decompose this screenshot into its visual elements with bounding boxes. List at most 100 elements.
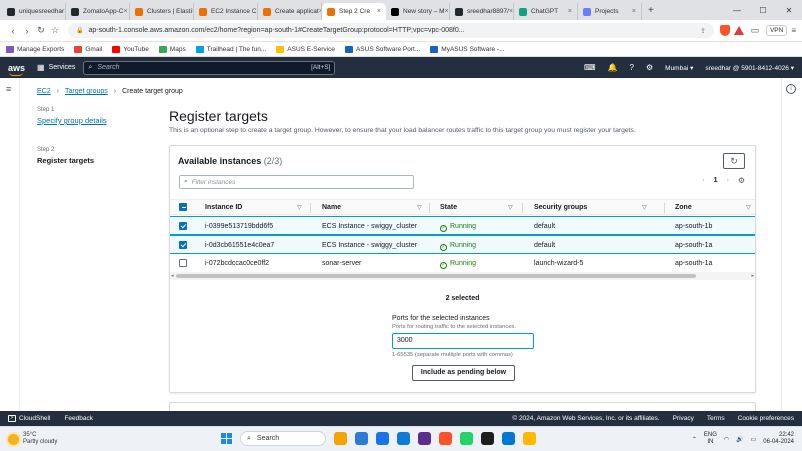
browser-tab[interactable]: ZomatoApp-C × — [66, 3, 130, 20]
browser-tab[interactable]: ChatGPT × — [514, 3, 578, 20]
scroll-left-icon[interactable]: ◂ — [171, 272, 174, 280]
aws-search-input[interactable]: ⌕ Search [Alt+S] — [83, 60, 336, 75]
terms-link[interactable]: Terms — [707, 415, 725, 422]
table-row[interactable]: i-0d3cb61551e4c0ea7 ECS Instance - swiggy… — [170, 235, 755, 254]
weather-widget[interactable]: 35°C Partly cloudy — [8, 432, 57, 446]
browser-menu-icon[interactable]: ≡ — [791, 26, 796, 35]
maximize-icon[interactable]: ☐ — [750, 6, 776, 15]
browser-tab[interactable]: New story – M × — [386, 3, 450, 20]
bookmark-item[interactable]: Maps — [158, 45, 186, 53]
tab-close-icon[interactable]: × — [123, 8, 127, 15]
tab-close-icon[interactable]: × — [377, 8, 381, 15]
cloudshell-button[interactable]: > CloudShell — [8, 415, 50, 422]
battery-icon[interactable]: ▭ — [751, 436, 757, 443]
wifi-icon[interactable]: ◠ — [724, 436, 729, 443]
vpn-button[interactable]: VPN — [765, 25, 788, 36]
bookmark-item[interactable]: Trailhead | The fun... — [195, 45, 266, 53]
scroll-thumb[interactable] — [176, 274, 696, 278]
close-window-icon[interactable]: ✕ — [776, 6, 802, 15]
taskbar-app-icon[interactable] — [502, 432, 515, 445]
bookmark-item[interactable]: ASUS E-Service — [276, 45, 335, 53]
filter-instances-input[interactable]: ⌕ Filter instances — [179, 175, 414, 189]
tab-close-icon[interactable]: × — [632, 8, 636, 15]
row-checkbox[interactable] — [179, 241, 187, 249]
browser-tab[interactable]: Projects × — [578, 3, 642, 20]
volume-icon[interactable]: 🔊 — [736, 436, 743, 443]
column-security-groups[interactable]: Security groups — [534, 200, 587, 216]
forward-icon[interactable]: › — [20, 26, 34, 36]
column-instance-id[interactable]: Instance ID — [205, 200, 242, 216]
taskbar-app-icon[interactable] — [460, 432, 473, 445]
aws-logo[interactable]: aws — [8, 63, 25, 76]
taskbar-search[interactable]: ⌕ Search — [240, 431, 326, 446]
privacy-link[interactable]: Privacy — [673, 415, 694, 422]
info-icon[interactable]: i — [786, 84, 796, 94]
table-row[interactable]: i-072bcdccac0ce0ff2 sonar-server ✓ Running l… — [170, 254, 755, 273]
taskbar-app-icon[interactable] — [397, 432, 410, 445]
taskbar-app-icon[interactable] — [376, 432, 389, 445]
minimize-icon[interactable]: — — [724, 6, 750, 15]
column-name[interactable]: Name — [322, 200, 341, 216]
tab-close-icon[interactable]: × — [509, 8, 513, 15]
help-icon[interactable]: ? — [630, 63, 634, 72]
taskbar-app-icon[interactable] — [334, 432, 347, 445]
bookmark-star-icon[interactable]: ☆ — [48, 25, 62, 36]
taskbar-app-icon[interactable] — [439, 432, 452, 445]
refresh-button[interactable]: ↻ — [723, 153, 745, 169]
brave-rewards-icon[interactable] — [733, 26, 744, 35]
prev-page-icon[interactable]: ‹ — [702, 177, 704, 184]
new-tab-icon[interactable]: + — [648, 5, 654, 16]
breadcrumb-ec2[interactable]: EC2 — [37, 88, 51, 95]
select-all-checkbox[interactable] — [179, 203, 187, 211]
bookmark-item[interactable]: Gmail — [74, 45, 102, 53]
breadcrumb-target-groups[interactable]: Target groups — [65, 88, 108, 95]
side-nav-menu-icon[interactable]: ≡ — [6, 84, 11, 94]
sidebar-toggle-icon[interactable]: ▭ — [748, 25, 762, 36]
next-page-icon[interactable]: › — [726, 177, 728, 184]
bookmark-item[interactable]: Manage Exports — [6, 45, 64, 53]
account-menu[interactable]: sreedhar @ 5901-8412-4026 ▾ — [705, 64, 794, 72]
cloudshell-icon[interactable]: ⌨ — [584, 63, 596, 72]
ports-input[interactable]: 3000 — [392, 333, 534, 349]
browser-tab[interactable]: sreedhar8897/× — [450, 3, 514, 20]
taskbar-app-icon[interactable] — [481, 432, 494, 445]
bookmark-item[interactable]: MyASUS Software -... — [430, 45, 505, 53]
share-icon[interactable]: ⇪ — [700, 27, 706, 35]
taskbar-app-icon[interactable] — [418, 432, 431, 445]
row-checkbox[interactable] — [179, 259, 187, 267]
language-indicator[interactable]: ENG IN — [704, 432, 717, 446]
browser-tab[interactable]: Clusters | Elasti× — [130, 3, 194, 20]
region-selector[interactable]: Mumbai ▾ — [665, 64, 693, 72]
table-preferences-gear-icon[interactable]: ⚙ — [738, 176, 745, 185]
page-number[interactable]: 1 — [714, 177, 718, 184]
scroll-right-icon[interactable]: ▸ — [751, 272, 754, 280]
step-1-link[interactable]: Specify group details — [37, 116, 157, 125]
include-as-pending-button[interactable]: Include as pending below — [412, 365, 515, 381]
taskbar-app-icon[interactable] — [355, 432, 368, 445]
row-checkbox[interactable] — [179, 222, 187, 230]
tab-close-icon[interactable]: × — [568, 8, 572, 15]
feedback-link[interactable]: Feedback — [64, 415, 93, 422]
browser-tab[interactable]: uniquesreedhar× — [2, 3, 66, 20]
bookmark-item[interactable]: ASUS Software Port... — [344, 45, 420, 53]
column-state[interactable]: State — [440, 200, 457, 216]
browser-tab[interactable]: Step 2 Cre × — [322, 3, 386, 20]
browser-tab[interactable]: Create applicat× — [258, 3, 322, 20]
taskbar-app-icon[interactable] — [523, 432, 536, 445]
reload-icon[interactable]: ↻ — [34, 25, 48, 36]
brave-shield-icon[interactable] — [719, 25, 730, 36]
table-row[interactable]: i-0399e513719bdd6f5 ECS Instance - swiggy… — [170, 216, 755, 235]
back-icon[interactable]: ‹ — [6, 26, 20, 36]
notifications-icon[interactable]: 🔔 — [608, 63, 618, 72]
windows-start-icon[interactable] — [221, 433, 232, 444]
column-zone[interactable]: Zone — [675, 200, 692, 216]
services-grid-icon[interactable]: ▦ — [37, 63, 45, 72]
horizontal-scrollbar[interactable]: ◂ ▸ — [170, 272, 755, 280]
cookie-preferences-link[interactable]: Cookie preferences — [738, 415, 794, 422]
bookmark-item[interactable]: YouTube — [112, 45, 149, 53]
services-menu[interactable]: Services — [49, 64, 76, 71]
url-field[interactable]: 🔒 ap-south-1.console.aws.amazon.com/ec2/… — [68, 23, 714, 38]
tray-chevron-icon[interactable]: ⌃ — [692, 436, 697, 443]
clock[interactable]: 22:42 06-04-2024 — [763, 432, 794, 446]
tab-close-icon[interactable]: × — [445, 8, 449, 15]
